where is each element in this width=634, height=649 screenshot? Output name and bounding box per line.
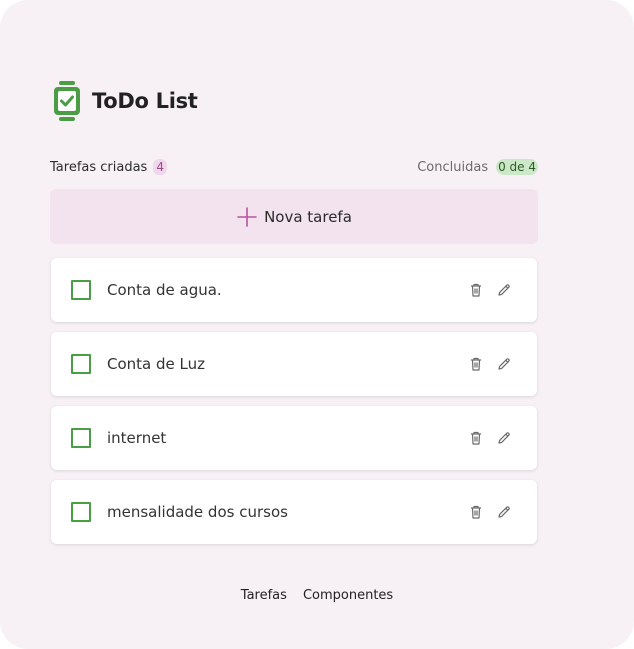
task-checkbox[interactable] xyxy=(71,280,91,300)
done-stat: Concluidas 0 de 4 xyxy=(417,159,538,175)
task-stats: Tarefas criadas 4 Concluidas 0 de 4 xyxy=(50,157,538,177)
task-list: Conta de agua. Conta de Luz internet men… xyxy=(51,258,537,554)
task-checkbox[interactable] xyxy=(71,428,91,448)
task-actions xyxy=(467,429,513,447)
task-text: mensalidade dos cursos xyxy=(107,503,288,521)
task-item: Conta de agua. xyxy=(51,258,537,322)
task-actions xyxy=(467,503,513,521)
done-count-badge: 0 de 4 xyxy=(496,159,538,175)
created-count-badge: 4 xyxy=(153,159,167,175)
app-header: ToDo List xyxy=(52,79,198,123)
task-item: Conta de Luz xyxy=(51,332,537,396)
footer-nav: Tarefas Componentes xyxy=(0,588,634,603)
done-label: Concluidas xyxy=(417,159,489,175)
nav-link-tarefas[interactable]: Tarefas xyxy=(241,588,287,603)
task-actions xyxy=(467,355,513,373)
task-checkbox[interactable] xyxy=(71,502,91,522)
created-stat: Tarefas criadas 4 xyxy=(50,159,167,175)
trash-icon[interactable] xyxy=(467,429,485,447)
pencil-icon[interactable] xyxy=(495,503,513,521)
trash-icon[interactable] xyxy=(467,355,485,373)
new-task-button[interactable]: Nova tarefa xyxy=(50,189,538,244)
task-text: internet xyxy=(107,429,167,447)
task-actions xyxy=(467,281,513,299)
task-text: Conta de agua. xyxy=(107,281,222,299)
new-task-label: Nova tarefa xyxy=(264,207,352,226)
created-label: Tarefas criadas xyxy=(50,159,148,175)
nav-link-componentes[interactable]: Componentes xyxy=(303,588,393,603)
task-item: internet xyxy=(51,406,537,470)
task-checkbox[interactable] xyxy=(71,354,91,374)
task-item: mensalidade dos cursos xyxy=(51,480,537,544)
pencil-icon[interactable] xyxy=(495,281,513,299)
app-title: ToDo List xyxy=(92,89,198,113)
app-container: ToDo List Tarefas criadas 4 Concluidas 0… xyxy=(0,0,634,649)
trash-icon[interactable] xyxy=(467,281,485,299)
plus-icon xyxy=(236,206,258,228)
clipboard-check-icon xyxy=(52,80,82,122)
task-text: Conta de Luz xyxy=(107,355,205,373)
pencil-icon[interactable] xyxy=(495,429,513,447)
trash-icon[interactable] xyxy=(467,503,485,521)
pencil-icon[interactable] xyxy=(495,355,513,373)
